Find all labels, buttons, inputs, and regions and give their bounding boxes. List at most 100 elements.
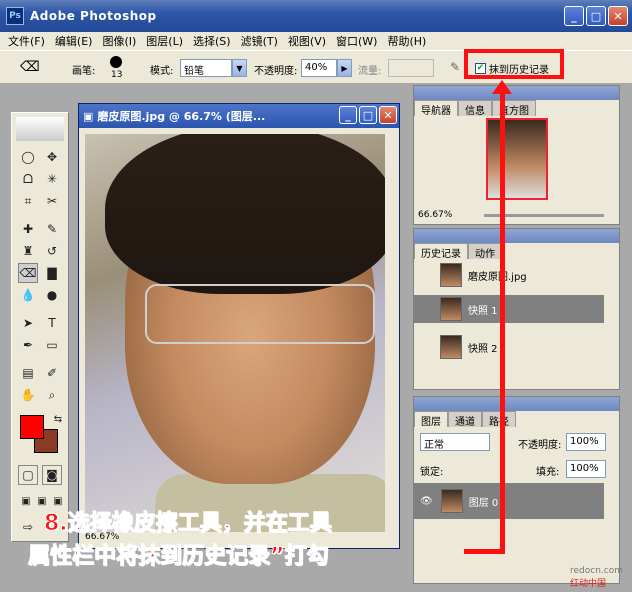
document-title: 磨皮原图.jpg @ 66.7% (图层...	[97, 110, 266, 123]
dodge-tool-icon[interactable]: ●	[42, 285, 62, 305]
quick-mask-mode-icon[interactable]: ◙	[42, 465, 62, 485]
mode-dropdown-arrow-icon[interactable]: ▼	[232, 59, 247, 77]
history-thumb	[440, 335, 462, 359]
photo-hair	[105, 134, 385, 294]
menu-edit[interactable]: 编辑(E)	[55, 33, 93, 49]
gradient-tool-icon[interactable]: ▇	[42, 263, 62, 283]
layers-panel-titlebar[interactable]	[414, 397, 619, 411]
layers-panel: 图层 通道 路径 正常 不透明度: 100% 锁定: 填充: 100% 👁 图层…	[413, 396, 620, 584]
layer-opacity-input[interactable]: 100%	[566, 433, 606, 451]
eyedropper-tool-icon[interactable]: ✐	[42, 363, 62, 383]
magic-wand-tool-icon[interactable]: ✳	[42, 169, 62, 189]
history-item-label: 快照 2	[468, 343, 498, 355]
watermark-site: redocn.com	[570, 566, 623, 576]
watermark-name: 红动中国	[570, 579, 607, 589]
tab-layers[interactable]: 图层	[414, 411, 448, 428]
annotation-arrow-head-icon	[492, 80, 512, 94]
brush-preview[interactable]	[107, 53, 125, 71]
menu-window[interactable]: 窗口(W)	[336, 33, 377, 49]
erase-to-history-checkbox[interactable]: ✔	[475, 63, 486, 74]
title-bar: Ps Adobe Photoshop _ □ ✕	[0, 0, 632, 32]
brush-size: 13	[111, 70, 123, 80]
document-title-bar[interactable]: ▣ 磨皮原图.jpg @ 66.7% (图层... _ □ ✕	[79, 104, 399, 128]
swap-colors-icon[interactable]: ⇆	[48, 409, 68, 429]
navigator-panel: 导航器 信息 直方图 66.67%	[413, 85, 620, 225]
opacity-slider-arrow-icon[interactable]: ▶	[337, 59, 352, 77]
menu-image[interactable]: 图像(I)	[102, 33, 136, 49]
history-item-label: 快照 1	[468, 305, 498, 317]
eye-visibility-icon[interactable]: 👁	[420, 496, 433, 507]
clone-stamp-tool-icon[interactable]: ♜	[18, 241, 38, 261]
annotation-arrow-line-horizontal	[464, 549, 505, 554]
navigator-thumbnail[interactable]	[486, 118, 548, 200]
history-item-label: 磨皮原图.jpg	[468, 271, 527, 283]
navigator-zoom[interactable]: 66.67%	[418, 210, 452, 220]
erase-to-history-option[interactable]: ✔ 抹到历史记录	[475, 61, 549, 76]
blur-tool-icon[interactable]: 💧	[18, 285, 38, 305]
maximize-button[interactable]: □	[586, 6, 606, 26]
history-thumb	[440, 263, 462, 287]
history-panel: 历史记录 动作 磨皮原图.jpg 快照 1 快照 2	[413, 228, 620, 390]
type-tool-icon[interactable]: T	[42, 313, 62, 333]
shape-tool-icon[interactable]: ▭	[42, 335, 62, 355]
layer-opacity-label: 不透明度:	[518, 440, 562, 451]
brush-tool-icon[interactable]: ✎	[42, 219, 62, 239]
document-icon: ▣	[83, 109, 94, 123]
opacity-input[interactable]: 40%	[301, 59, 337, 77]
blend-mode-select[interactable]: 正常	[420, 433, 490, 451]
canvas-photo[interactable]	[85, 134, 385, 532]
tab-actions[interactable]: 动作	[468, 243, 502, 260]
annotation-line-1: 8.选择橡皮擦工具，并在工具	[44, 511, 333, 537]
tab-navigator[interactable]: 导航器	[414, 100, 458, 117]
doc-minimize-button[interactable]: _	[339, 106, 357, 124]
layer-row-0[interactable]: 👁 图层 0	[414, 483, 604, 519]
history-thumb	[440, 297, 462, 321]
tab-channels[interactable]: 通道	[448, 411, 482, 428]
history-panel-titlebar[interactable]	[414, 229, 619, 243]
menu-layer[interactable]: 图层(L)	[146, 33, 183, 49]
jump-to-imageready-icon[interactable]: ⇨	[18, 517, 38, 537]
move-tool-icon[interactable]: ✥	[42, 147, 62, 167]
history-item-source[interactable]: 磨皮原图.jpg	[414, 261, 604, 289]
fill-label: 填充:	[536, 467, 560, 478]
hand-tool-icon[interactable]: ✋	[18, 385, 38, 405]
menu-view[interactable]: 视图(V)	[288, 33, 326, 49]
notes-tool-icon[interactable]: ▤	[18, 363, 38, 383]
brush-label: 画笔:	[72, 66, 96, 77]
tab-histogram[interactable]: 直方图	[492, 100, 536, 117]
path-select-tool-icon[interactable]: ➤	[18, 313, 38, 333]
menu-help[interactable]: 帮助(H)	[387, 33, 426, 49]
tab-info[interactable]: 信息	[458, 100, 492, 117]
slice-tool-icon[interactable]: ✂	[42, 191, 62, 211]
history-item-snapshot-1[interactable]: 快照 1	[414, 295, 604, 323]
navigator-panel-titlebar[interactable]	[414, 86, 619, 100]
zoom-tool-icon[interactable]: ⌕	[42, 385, 62, 405]
annotation-arrow-line	[500, 84, 505, 554]
mode-select[interactable]: 铅笔	[180, 59, 232, 77]
healing-brush-tool-icon[interactable]: ✚	[18, 219, 38, 239]
eraser-tool-icon[interactable]: ⌫	[18, 263, 38, 283]
fill-input[interactable]: 100%	[566, 460, 606, 478]
marquee-tool-icon[interactable]: ◯	[18, 147, 38, 167]
minimize-button[interactable]: _	[564, 6, 584, 26]
tab-paths[interactable]: 路径	[482, 411, 516, 428]
pen-tool-icon[interactable]: ✒	[18, 335, 38, 355]
tab-history[interactable]: 历史记录	[414, 243, 468, 260]
history-item-snapshot-2[interactable]: 快照 2	[414, 333, 604, 361]
airbrush-icon[interactable]: ✎	[450, 60, 460, 74]
doc-close-button[interactable]: ✕	[379, 106, 397, 124]
eraser-tool-icon[interactable]: ⌫	[20, 59, 40, 75]
brush-dot-icon	[110, 56, 122, 68]
doc-maximize-button[interactable]: □	[359, 106, 377, 124]
crop-tool-icon[interactable]: ⌗	[18, 191, 38, 211]
standard-mode-icon[interactable]: ▢	[18, 465, 38, 485]
mode-label: 模式:	[150, 66, 174, 77]
lasso-tool-icon[interactable]: ᗝ	[18, 169, 38, 189]
foreground-color-swatch[interactable]	[20, 415, 44, 439]
menu-select[interactable]: 选择(S)	[193, 33, 231, 49]
menu-file[interactable]: 文件(F)	[8, 33, 45, 49]
menu-filter[interactable]: 滤镜(T)	[241, 33, 278, 49]
close-button[interactable]: ✕	[608, 6, 628, 26]
history-brush-tool-icon[interactable]: ↺	[42, 241, 62, 261]
lock-label: 锁定:	[420, 467, 444, 478]
